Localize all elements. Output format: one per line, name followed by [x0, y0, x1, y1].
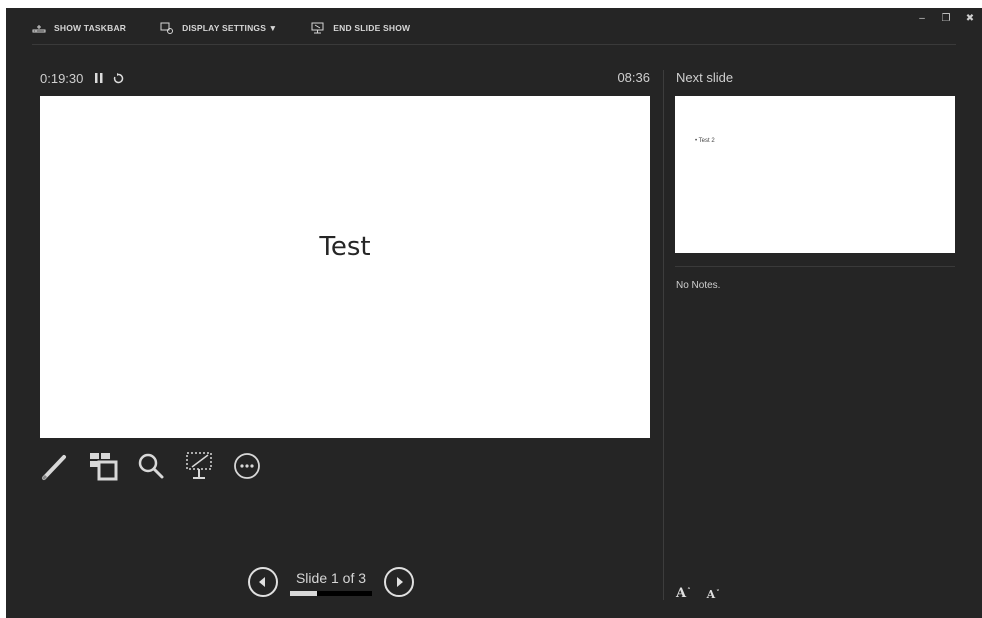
presenter-toolbar: SHOW TASKBAR DISPLAY SETTINGS ▼ END SLID…: [32, 20, 444, 36]
slide-info: Slide 1 of 3: [290, 569, 372, 596]
show-taskbar-label: SHOW TASKBAR: [54, 23, 127, 33]
display-settings-button[interactable]: DISPLAY SETTINGS ▼: [160, 22, 277, 34]
more-options-button[interactable]: [232, 451, 262, 481]
end-slide-show-button[interactable]: END SLIDE SHOW: [311, 22, 410, 34]
next-slide-preview[interactable]: • Test 2: [675, 96, 955, 253]
timer-row: 0:19:30 08:36: [40, 70, 650, 86]
zoom-icon: [138, 453, 164, 479]
next-slide-bullet: • Test 2: [695, 138, 715, 144]
display-settings-icon: [160, 22, 174, 34]
stray-glyphs: [0, 0, 982, 8]
toolbar-divider: [32, 44, 956, 45]
font-size-controls: A˄ A˅: [676, 586, 720, 601]
arrow-right-icon: [397, 577, 403, 587]
zoom-button[interactable]: [136, 451, 166, 481]
page: SHOW TASKBAR DISPLAY SETTINGS ▼ END SLID…: [0, 0, 982, 618]
decrease-font-label: A: [706, 588, 716, 601]
slide-progress-track: [290, 590, 372, 596]
notes-divider: [675, 266, 955, 267]
taskbar-icon: [32, 25, 46, 33]
pen-icon: [41, 455, 66, 481]
slide-tools: [40, 448, 280, 484]
restart-icon: [114, 72, 124, 83]
see-all-slides-button[interactable]: [88, 451, 118, 481]
decrease-font-icon: ˅: [716, 588, 720, 597]
end-slide-show-label: END SLIDE SHOW: [333, 23, 411, 33]
minimize-icon: –: [919, 12, 925, 24]
previous-slide-button[interactable]: [248, 567, 278, 597]
current-slide[interactable]: Test: [40, 96, 650, 438]
elapsed-time: 0:19:30: [40, 70, 84, 86]
see-all-slides-icon: [90, 453, 118, 481]
close-icon: ✖: [965, 12, 975, 24]
increase-font-label: A: [676, 586, 687, 601]
restart-timer-button[interactable]: [113, 72, 124, 84]
arrow-left-icon: [259, 577, 265, 587]
current-clock: 08:36: [617, 70, 650, 85]
decrease-font-button[interactable]: A˅: [707, 588, 720, 601]
slide-progress-fill: [290, 590, 318, 596]
black-screen-button[interactable]: [184, 451, 214, 481]
next-slide-button[interactable]: [384, 567, 414, 597]
restore-button[interactable]: ❐: [934, 10, 958, 26]
increase-font-icon: ˄: [687, 586, 691, 595]
minimize-button[interactable]: –: [910, 10, 934, 26]
presenter-view-window: SHOW TASKBAR DISPLAY SETTINGS ▼ END SLID…: [6, 8, 982, 618]
slide-counter[interactable]: Slide 1 of 3: [296, 569, 366, 587]
display-settings-label: DISPLAY SETTINGS ▼: [182, 23, 278, 33]
pause-icon: [95, 73, 103, 83]
next-slide-label: Next slide: [676, 70, 734, 85]
slide-navigation: Slide 1 of 3: [248, 564, 414, 600]
speaker-notes: No Notes.: [676, 280, 721, 291]
pause-timer-button[interactable]: [95, 73, 103, 83]
panel-divider[interactable]: [663, 70, 664, 600]
end-slide-show-icon: [311, 22, 324, 34]
close-button[interactable]: ✖: [958, 10, 982, 26]
more-options-icon: [234, 453, 260, 479]
show-taskbar-button[interactable]: SHOW TASKBAR: [32, 22, 126, 34]
black-screen-icon: [186, 452, 212, 479]
pen-tool-button[interactable]: [40, 451, 70, 481]
increase-font-button[interactable]: A˄: [676, 586, 691, 601]
restore-icon: ❐: [941, 12, 951, 24]
window-controls: – ❐ ✖: [910, 10, 982, 26]
slide-title: Test: [319, 232, 371, 262]
